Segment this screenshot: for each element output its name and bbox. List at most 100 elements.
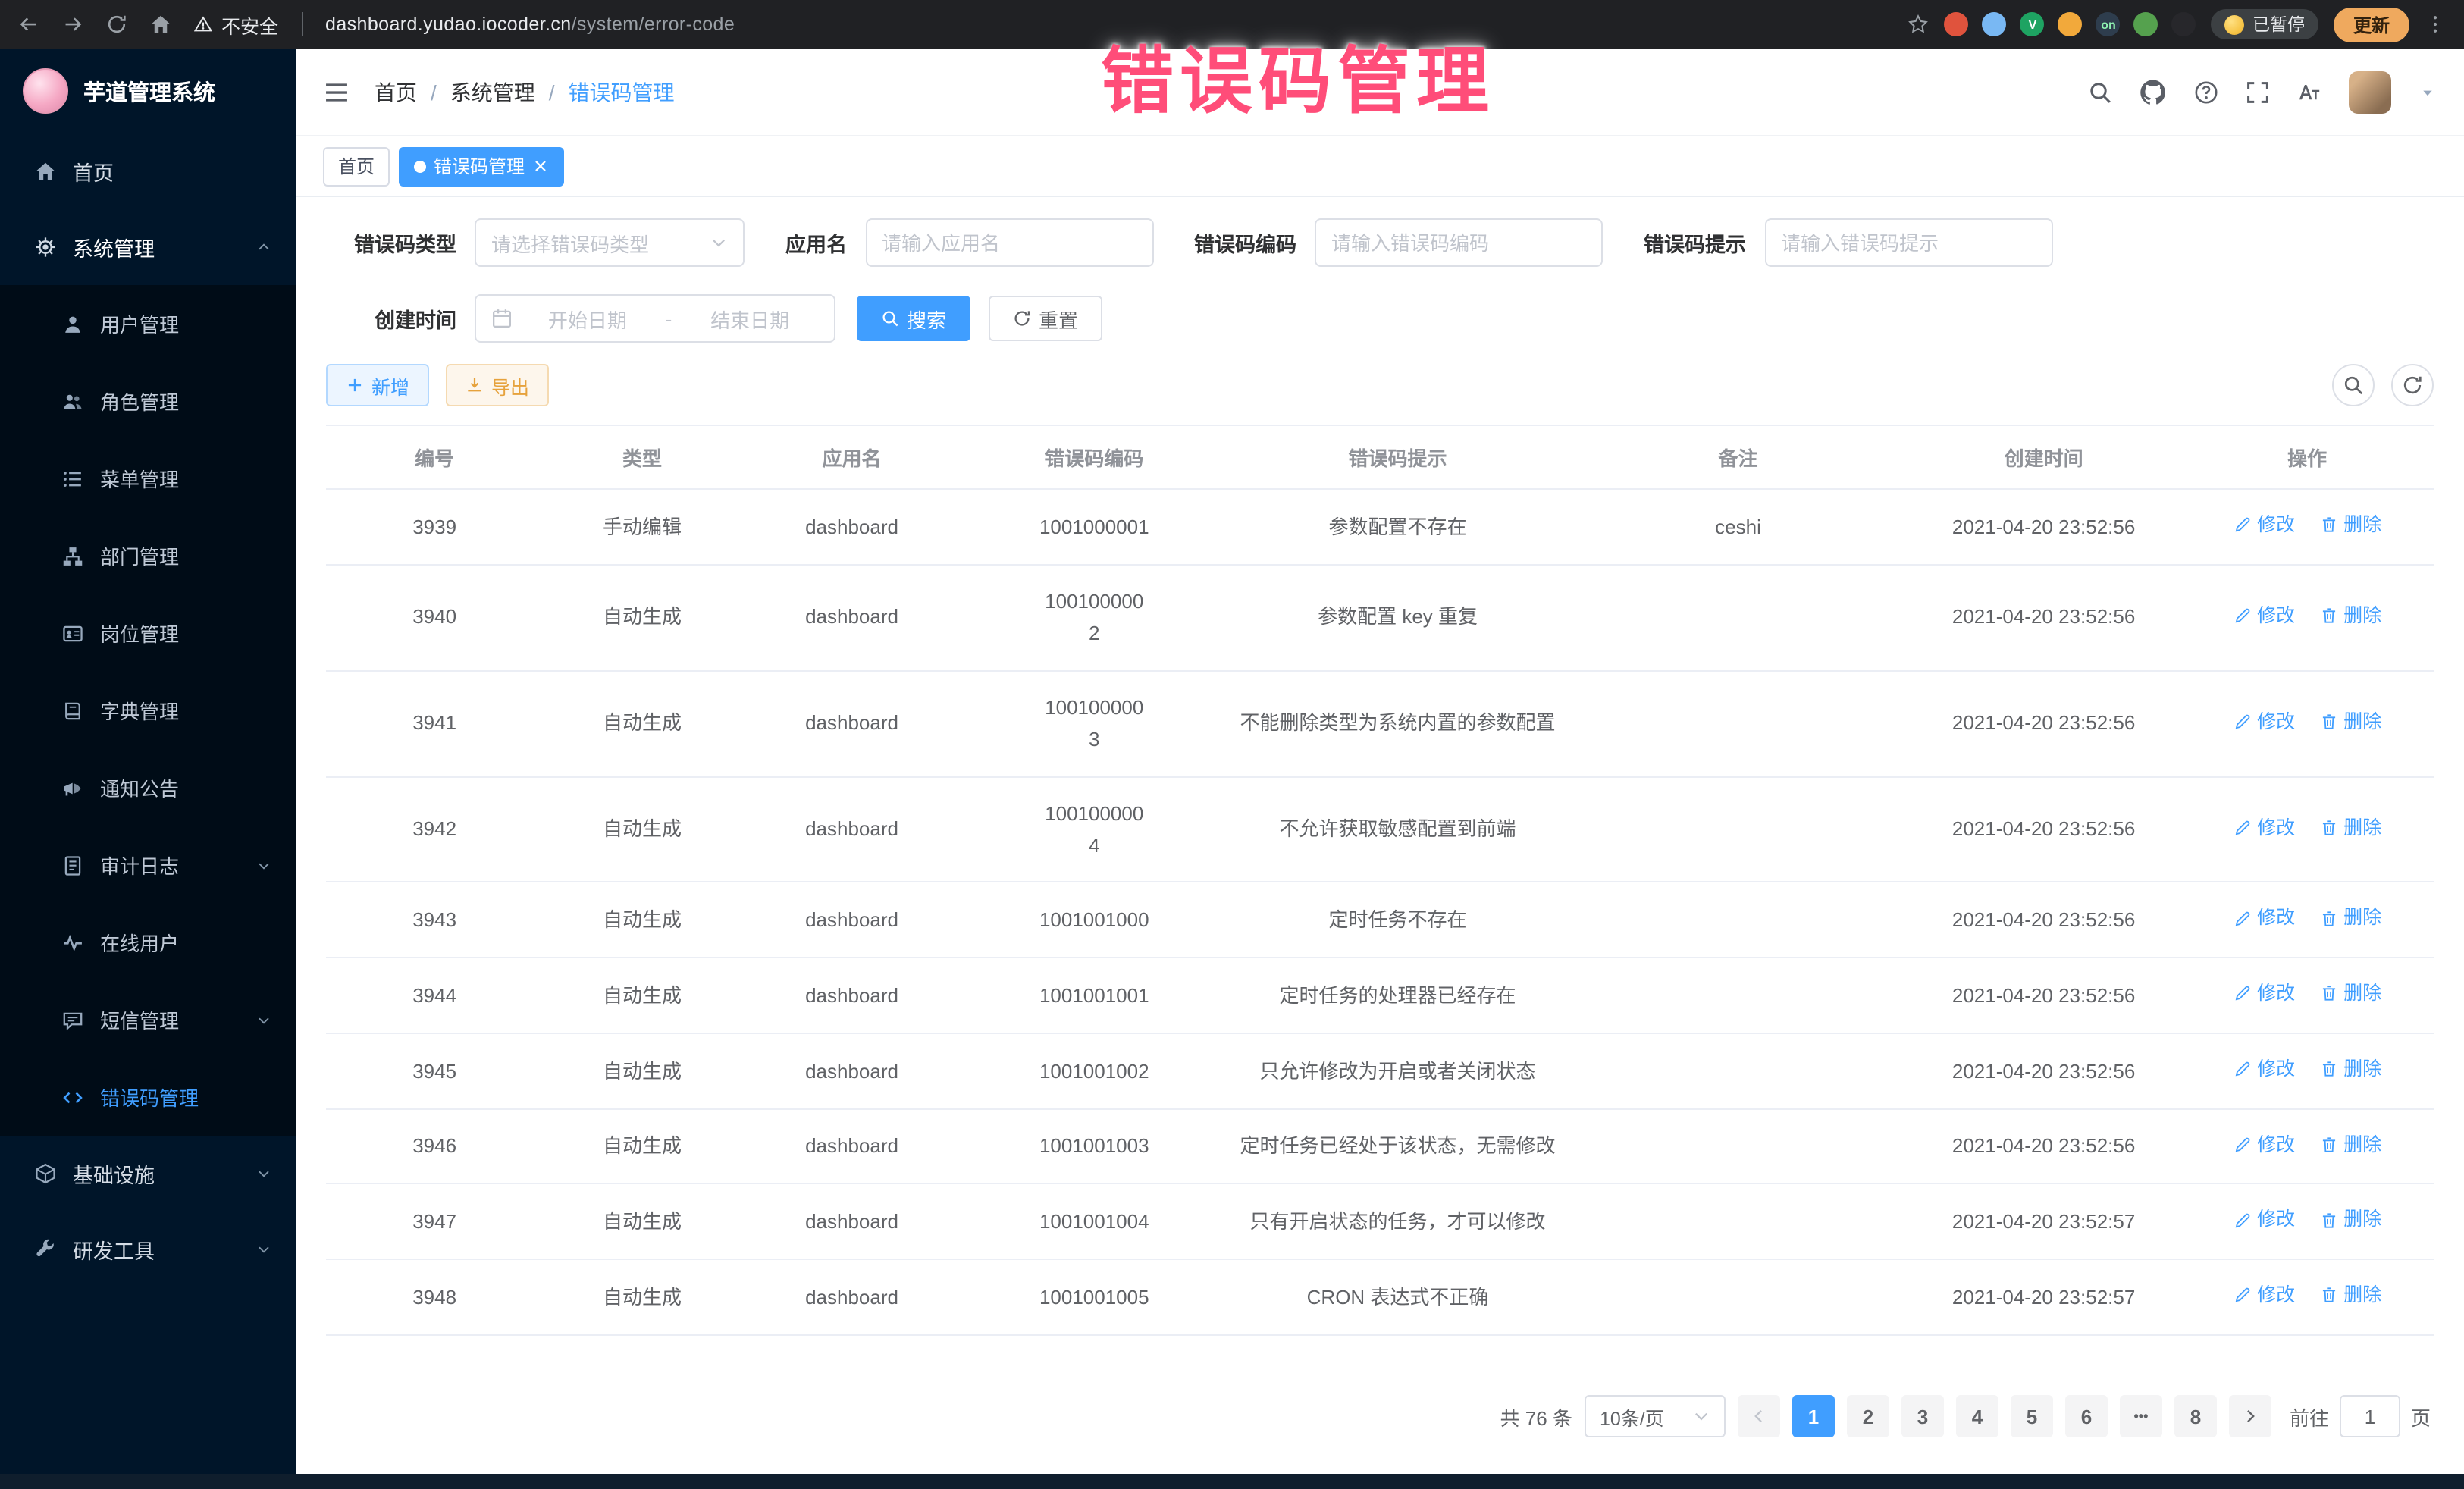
add-button[interactable]: 新增 bbox=[326, 364, 429, 406]
browser-forward-icon[interactable] bbox=[62, 14, 83, 35]
page-size-select[interactable]: 10条/页 bbox=[1585, 1395, 1726, 1437]
extension-leaf-icon[interactable] bbox=[2134, 12, 2158, 36]
cell-remark bbox=[1569, 776, 1907, 882]
extension-dark-on-icon[interactable]: on bbox=[2096, 12, 2121, 36]
delete-button[interactable]: 删除 bbox=[2319, 509, 2381, 541]
goto-page-input[interactable] bbox=[2340, 1395, 2400, 1437]
font-size-icon[interactable] bbox=[2297, 80, 2321, 104]
extension-pinwheel-icon[interactable] bbox=[2172, 12, 2196, 36]
tags-view: 首页错误码管理 bbox=[296, 136, 2464, 197]
bookmark-star-icon[interactable] bbox=[1908, 14, 1930, 35]
tab-active[interactable]: 错误码管理 bbox=[399, 146, 564, 186]
sidebar: 芋道管理系统 首页系统管理用户管理角色管理菜单管理部门管理岗位管理字典管理通知公… bbox=[0, 49, 296, 1474]
close-icon[interactable] bbox=[532, 158, 549, 174]
delete-button[interactable]: 删除 bbox=[2319, 706, 2381, 737]
error-code-input[interactable] bbox=[1315, 218, 1603, 267]
delete-button[interactable]: 删除 bbox=[2319, 600, 2381, 632]
page-button-8[interactable]: 8 bbox=[2174, 1395, 2217, 1437]
delete-button[interactable]: 删除 bbox=[2319, 1205, 2381, 1236]
page-button-5[interactable]: 5 bbox=[2011, 1395, 2053, 1437]
breadcrumb-item[interactable]: 系统管理 bbox=[450, 77, 535, 107]
sidebar-item-id-badge[interactable]: 岗位管理 bbox=[0, 594, 296, 672]
error-type-select[interactable]: 请选择错误码类型 bbox=[475, 218, 745, 267]
edit-button[interactable]: 修改 bbox=[2233, 978, 2295, 1009]
next-page-button[interactable] bbox=[2229, 1395, 2271, 1437]
edit-button[interactable]: 修改 bbox=[2233, 706, 2295, 737]
prev-page-button[interactable] bbox=[1738, 1395, 1780, 1437]
sidebar-item-cube[interactable]: 基础设施 bbox=[0, 1136, 296, 1212]
search-icon[interactable] bbox=[2088, 80, 2112, 104]
table-row: 3948自动生成dashboard1001001005CRON 表达式不正确20… bbox=[326, 1259, 2434, 1335]
edit-button[interactable]: 修改 bbox=[2233, 1054, 2295, 1085]
avatar-caret-icon[interactable] bbox=[2419, 83, 2437, 101]
app-logo[interactable]: 芋道管理系统 bbox=[0, 49, 296, 133]
browser-menu-icon[interactable] bbox=[2425, 14, 2446, 35]
org-tree-icon bbox=[62, 545, 83, 566]
toggle-search-button[interactable] bbox=[2332, 364, 2375, 406]
security-chip[interactable]: 不安全 bbox=[194, 10, 278, 39]
error-msg-input[interactable] bbox=[1764, 218, 2052, 267]
cell-msg: 参数配置 key 重复 bbox=[1226, 565, 1569, 671]
delete-button[interactable]: 删除 bbox=[2319, 1129, 2381, 1160]
paused-badge[interactable]: 已暂停 bbox=[2212, 9, 2318, 39]
page-button-6[interactable]: 6 bbox=[2065, 1395, 2108, 1437]
sidebar-item-users[interactable]: 角色管理 bbox=[0, 362, 296, 440]
github-icon[interactable] bbox=[2140, 78, 2167, 105]
edit-button[interactable]: 修改 bbox=[2233, 903, 2295, 934]
delete-button[interactable]: 删除 bbox=[2319, 1280, 2381, 1311]
sidebar-item-document[interactable]: 审计日志 bbox=[0, 826, 296, 904]
sidebar-item-menu-list[interactable]: 菜单管理 bbox=[0, 440, 296, 517]
create-time-range-picker[interactable]: 开始日期 - 结束日期 bbox=[475, 294, 835, 343]
sidebar-item-code[interactable]: 错误码管理 bbox=[0, 1058, 296, 1136]
update-button[interactable]: 更新 bbox=[2334, 7, 2409, 42]
fullscreen-icon[interactable] bbox=[2246, 80, 2270, 104]
export-button[interactable]: 导出 bbox=[446, 364, 549, 406]
chevron-down-icon bbox=[1692, 1407, 1710, 1425]
page-button-3[interactable]: 3 bbox=[1901, 1395, 1944, 1437]
edit-icon bbox=[2233, 909, 2251, 927]
edit-button[interactable]: 修改 bbox=[2233, 1129, 2295, 1160]
edit-button[interactable]: 修改 bbox=[2233, 509, 2295, 541]
search-button[interactable]: 搜索 bbox=[857, 296, 970, 341]
sidebar-item-home[interactable]: 首页 bbox=[0, 133, 296, 209]
sidebar-item-gear[interactable]: 系统管理 bbox=[0, 209, 296, 285]
extension-blue-icon[interactable] bbox=[1983, 12, 2007, 36]
reset-button[interactable]: 重置 bbox=[989, 296, 1102, 341]
page-ellipsis[interactable]: ••• bbox=[2120, 1395, 2162, 1437]
browser-home-icon[interactable] bbox=[150, 14, 171, 35]
page-button-2[interactable]: 2 bbox=[1847, 1395, 1889, 1437]
page-button-4[interactable]: 4 bbox=[1956, 1395, 1998, 1437]
edit-icon bbox=[2233, 819, 2251, 837]
edit-button[interactable]: 修改 bbox=[2233, 1205, 2295, 1236]
delete-button[interactable]: 删除 bbox=[2319, 903, 2381, 934]
breadcrumb-item[interactable]: 首页 bbox=[375, 77, 417, 107]
sidebar-item-label: 字典管理 bbox=[100, 696, 179, 725]
sidebar-item-book[interactable]: 字典管理 bbox=[0, 672, 296, 749]
user-avatar[interactable] bbox=[2349, 71, 2391, 113]
delete-button[interactable]: 删除 bbox=[2319, 978, 2381, 1009]
browser-reload-icon[interactable] bbox=[106, 14, 127, 35]
table-row: 3947自动生成dashboard1001001004只有开启状态的任务，才可以… bbox=[326, 1184, 2434, 1260]
sidebar-item-message[interactable]: 短信管理 bbox=[0, 981, 296, 1058]
extension-green-v-icon[interactable]: V bbox=[2020, 12, 2045, 36]
help-icon[interactable] bbox=[2194, 80, 2218, 104]
delete-button[interactable]: 删除 bbox=[2319, 812, 2381, 843]
sidebar-item-megaphone[interactable]: 通知公告 bbox=[0, 749, 296, 826]
sidebar-item-user[interactable]: 用户管理 bbox=[0, 285, 296, 362]
extension-red-icon[interactable] bbox=[1945, 12, 1969, 36]
app-name-input[interactable] bbox=[865, 218, 1153, 267]
sidebar-item-wrench[interactable]: 研发工具 bbox=[0, 1212, 296, 1287]
sidebar-item-org-tree[interactable]: 部门管理 bbox=[0, 517, 296, 594]
sidebar-collapse-icon[interactable] bbox=[323, 78, 350, 105]
page-button-1[interactable]: 1 bbox=[1792, 1395, 1835, 1437]
edit-button[interactable]: 修改 bbox=[2233, 812, 2295, 843]
sidebar-item-pulse[interactable]: 在线用户 bbox=[0, 904, 296, 981]
extension-palette-icon[interactable] bbox=[2058, 12, 2083, 36]
browser-back-icon[interactable] bbox=[18, 14, 39, 35]
refresh-table-button[interactable] bbox=[2391, 364, 2434, 406]
edit-button[interactable]: 修改 bbox=[2233, 1280, 2295, 1311]
edit-button[interactable]: 修改 bbox=[2233, 600, 2295, 632]
tab-item[interactable]: 首页 bbox=[323, 146, 390, 186]
code-icon bbox=[62, 1086, 83, 1108]
delete-button[interactable]: 删除 bbox=[2319, 1054, 2381, 1085]
